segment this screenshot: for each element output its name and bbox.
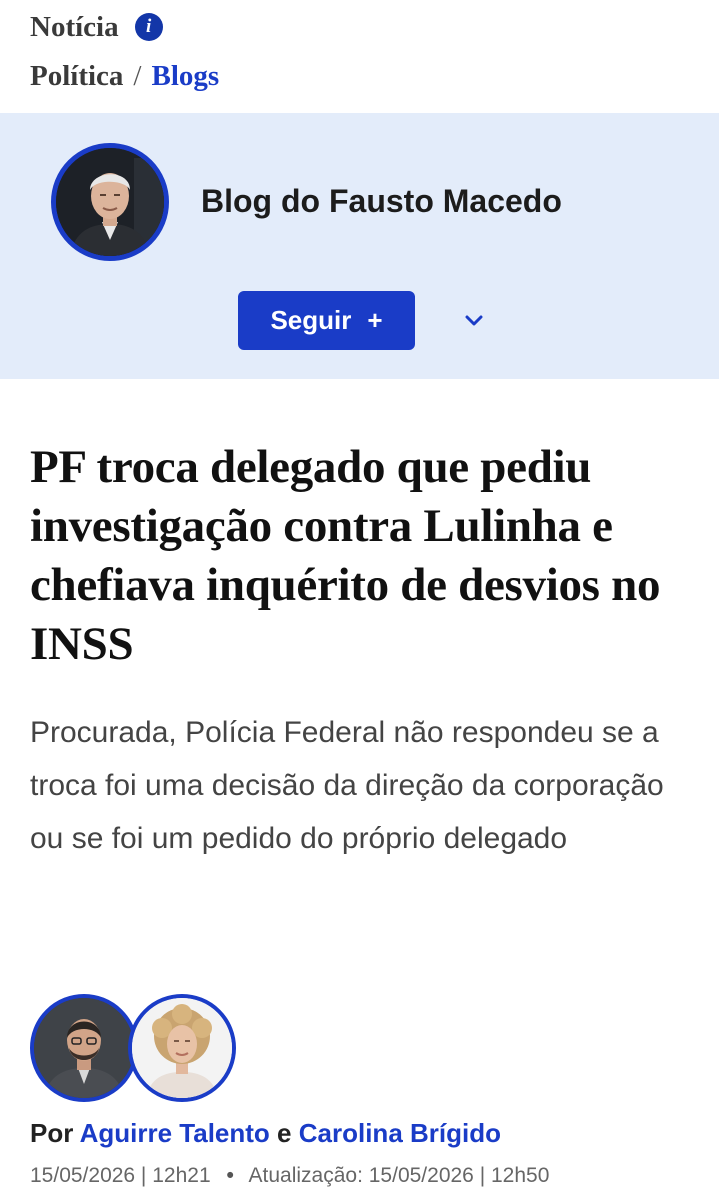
- follow-button[interactable]: Seguir +: [238, 291, 415, 350]
- plus-icon: +: [367, 305, 383, 335]
- article-header: Notícia i Política / Blogs: [30, 8, 690, 94]
- breadcrumb-section[interactable]: Política: [30, 60, 123, 93]
- author-avatar-carolina[interactable]: [128, 994, 236, 1102]
- author-avatar-aguirre[interactable]: [30, 994, 138, 1102]
- article-headline: PF troca delegado que pediu investigação…: [30, 441, 661, 670]
- published-date: 15/05/2026 | 12h21: [30, 1164, 211, 1187]
- author-link-carolina[interactable]: Carolina Brígido: [299, 1118, 501, 1148]
- date-separator: •: [226, 1164, 234, 1187]
- blog-title[interactable]: Blog do Fausto Macedo: [201, 183, 562, 220]
- follow-button-label: Seguir: [270, 305, 352, 335]
- content-type-label: Notícia: [30, 10, 119, 43]
- blog-banner: Blog do Fausto Macedo Seguir +: [0, 113, 719, 379]
- updated-date: Atualização: 15/05/2026 | 12h50: [248, 1164, 550, 1187]
- blog-author-avatar[interactable]: [51, 143, 169, 261]
- publication-dates: 15/05/2026 | 12h21 • Atualização: 15/05/…: [30, 1164, 549, 1188]
- byline-prefix: Por: [30, 1118, 74, 1148]
- kicker-row: Notícia i: [30, 8, 690, 46]
- breadcrumb-blogs-link[interactable]: Blogs: [151, 60, 219, 93]
- byline: Por Aguirre Talento e Carolina Brígido: [30, 1118, 501, 1149]
- author-link-aguirre[interactable]: Aguirre Talento: [80, 1118, 270, 1148]
- info-icon[interactable]: i: [134, 13, 163, 41]
- chevron-down-icon[interactable]: [458, 305, 490, 337]
- author-avatars: [30, 994, 250, 1104]
- article-subtitle: Procurada, Polícia Federal não respondeu…: [30, 716, 664, 855]
- byline-conjunction: e: [277, 1118, 292, 1148]
- breadcrumb: Política / Blogs: [30, 58, 690, 94]
- breadcrumb-separator: /: [133, 59, 142, 92]
